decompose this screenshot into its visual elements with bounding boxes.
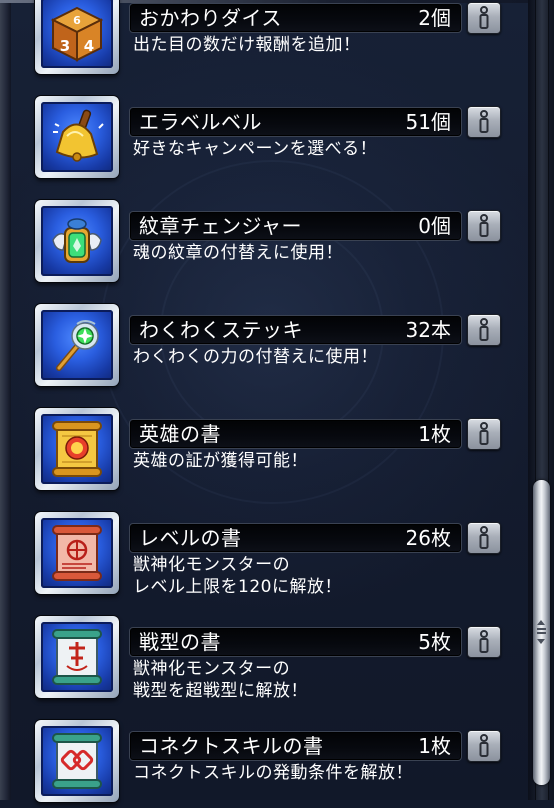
item-icon-frame	[35, 304, 119, 386]
item-icon-frame	[35, 616, 119, 698]
info-icon	[479, 110, 489, 133]
item-description: 出た目の数だけ報酬を追加！	[133, 35, 361, 55]
item-name: レベルの書	[139, 526, 242, 550]
item-name: 英雄の書	[139, 422, 221, 446]
item-name-bar: レベルの書 26枚	[129, 523, 462, 553]
item-name: わくわくステッキ	[139, 318, 303, 342]
info-icon	[479, 6, 489, 29]
info-icon	[479, 318, 489, 341]
item-icon-frame	[35, 96, 119, 178]
info-icon	[479, 422, 489, 445]
item-count: 32本	[405, 318, 451, 342]
item-icon-frame	[35, 720, 119, 802]
item-count: 26枚	[405, 526, 451, 550]
item-description: 獣神化モンスターの レベル上限を120に解放！	[133, 555, 342, 597]
info-icon	[479, 630, 489, 653]
item-name: おかわりダイス	[139, 6, 282, 30]
item-info-button[interactable]	[467, 522, 501, 554]
item-icon-frame	[35, 200, 119, 282]
list-item[interactable]: 6 3 4 おかわりダイス 2個 出た目の数だけ報酬を追加！	[0, 0, 528, 80]
connect-skill-scroll-icon	[52, 733, 102, 789]
scroll-grip-icon	[537, 620, 546, 644]
list-item[interactable]: エラベルベル 51個 好きなキャンペーンを選べる！	[0, 80, 528, 184]
level-scroll-icon	[52, 525, 102, 581]
item-info-button[interactable]	[467, 2, 501, 34]
item-description: 英雄の証が獲得可能！	[133, 451, 308, 471]
bell-icon	[53, 109, 104, 162]
item-description: コネクトスキルの発動条件を解放！	[133, 763, 413, 783]
item-info-button[interactable]	[467, 730, 501, 762]
item-info-button[interactable]	[467, 626, 501, 658]
hero-scroll-icon	[52, 421, 102, 477]
item-count: 2個	[418, 6, 451, 30]
item-icon-frame: 6 3 4	[35, 0, 119, 74]
item-name-bar: コネクトスキルの書 1枚	[129, 731, 462, 761]
item-count: 0個	[418, 214, 451, 238]
scrollbar-thumb[interactable]	[533, 480, 550, 785]
info-icon	[479, 734, 489, 757]
item-name-bar: 紋章チェンジャー 0個	[129, 211, 462, 241]
item-name-bar: エラベルベル 51個	[129, 107, 462, 137]
list-item[interactable]: 英雄の書 1枚 英雄の証が獲得可能！	[0, 392, 528, 496]
item-description: わくわくの力の付替えに使用！	[133, 347, 378, 367]
item-info-button[interactable]	[467, 418, 501, 450]
svg-text:4: 4	[84, 37, 94, 55]
list-item[interactable]: 戦型の書 5枚 獣神化モンスターの 戦型を超戦型に解放！	[0, 600, 528, 704]
item-name: 戦型の書	[139, 630, 221, 654]
item-description: 魂の紋章の付替えに使用！	[133, 243, 343, 263]
info-icon	[479, 526, 489, 549]
item-count: 1枚	[418, 734, 451, 758]
item-name: コネクトスキルの書	[139, 734, 324, 758]
info-icon	[479, 214, 489, 237]
item-icon-frame	[35, 408, 119, 490]
item-info-button[interactable]	[467, 210, 501, 242]
list-item[interactable]: レベルの書 26枚 獣神化モンスターの レベル上限を120に解放！	[0, 496, 528, 600]
item-name-bar: わくわくステッキ 32本	[129, 315, 462, 345]
item-count: 1枚	[418, 422, 451, 446]
list-item[interactable]: 紋章チェンジャー 0個 魂の紋章の付替えに使用！	[0, 184, 528, 288]
item-description: 好きなキャンペーンを選べる！	[133, 139, 378, 159]
item-count: 51個	[405, 110, 451, 134]
list-item[interactable]: コネクトスキルの書 1枚 コネクトスキルの発動条件を解放！	[0, 704, 528, 808]
svg-text:6: 6	[73, 14, 81, 27]
dice-icon: 6 3 4	[50, 6, 104, 62]
item-info-button[interactable]	[467, 314, 501, 346]
svg-text:3: 3	[60, 37, 70, 55]
item-icon-frame	[35, 512, 119, 594]
list-item[interactable]: わくわくステッキ 32本 わくわくの力の付替えに使用！	[0, 288, 528, 392]
item-name-bar: 英雄の書 1枚	[129, 419, 462, 449]
item-description: 獣神化モンスターの 戦型を超戦型に解放！	[133, 659, 308, 701]
item-info-button[interactable]	[467, 106, 501, 138]
crest-changer-icon	[52, 218, 102, 263]
item-name: エラベルベル	[139, 110, 262, 134]
item-name-bar: おかわりダイス 2個	[129, 3, 462, 33]
item-name: 紋章チェンジャー	[139, 214, 302, 238]
item-count: 5枚	[418, 630, 451, 654]
battle-type-scroll-icon	[52, 629, 102, 685]
magic-wand-icon	[56, 320, 99, 371]
item-name-bar: 戦型の書 5枚	[129, 627, 462, 657]
